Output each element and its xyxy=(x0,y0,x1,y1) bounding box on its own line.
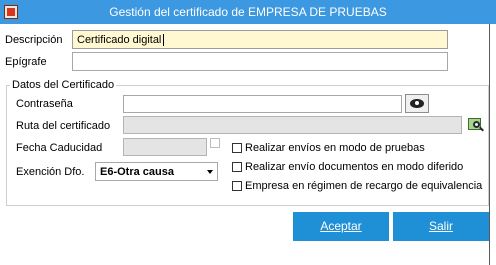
exencion-label: Exención Dfo. xyxy=(16,166,85,178)
checkbox-box[interactable] xyxy=(232,181,242,191)
checkbox-box[interactable] xyxy=(232,143,242,153)
exit-button[interactable]: Salir xyxy=(393,212,489,241)
descripcion-field[interactable]: Certificado digital xyxy=(72,30,448,49)
app-icon xyxy=(4,5,18,19)
checkbox-test-mode[interactable]: Realizar envíos en modo de pruebas xyxy=(232,141,425,155)
checkbox-label: Realizar envío documentos en modo diferi… xyxy=(245,161,464,173)
fecha-label: Fecha Caducidad xyxy=(16,142,103,154)
contrasena-label: Contraseña xyxy=(16,98,73,110)
browse-handle-shape xyxy=(479,126,484,132)
accept-button[interactable]: Aceptar xyxy=(293,212,389,241)
password-field[interactable] xyxy=(123,95,402,113)
chevron-down-icon xyxy=(207,170,213,174)
date-picker-icon[interactable] xyxy=(210,138,220,148)
checkbox-label: Realizar envíos en modo de pruebas xyxy=(245,142,425,154)
epigrafe-field[interactable] xyxy=(72,52,448,71)
window-edge xyxy=(489,24,496,265)
groupbox-title: Datos del Certificado xyxy=(10,79,117,91)
checkbox-deferred-mode[interactable]: Realizar envío documentos en modo diferi… xyxy=(232,160,463,174)
text-caret xyxy=(163,34,165,47)
show-password-button[interactable] xyxy=(405,94,429,113)
browse-file-icon[interactable] xyxy=(467,116,485,134)
exemption-selected-value: E6-Otra causa xyxy=(100,166,174,178)
eye-icon xyxy=(410,99,424,108)
window-title: Gestión del certificado de EMPRESA DE PR… xyxy=(109,5,387,19)
epigrafe-label: Epígrafe xyxy=(5,56,47,68)
certificate-path-field xyxy=(123,116,462,134)
title-bar[interactable]: Gestión del certificado de EMPRESA DE PR… xyxy=(0,0,496,24)
ruta-label: Ruta del certificado xyxy=(16,120,111,132)
descripcion-label: Descripción xyxy=(5,34,63,46)
checkbox-equivalence-surcharge[interactable]: Empresa en régimen de recargo de equival… xyxy=(232,179,482,193)
checkbox-label: Empresa en régimen de recargo de equival… xyxy=(245,180,483,192)
dialog-window: Gestión del certificado de EMPRESA DE PR… xyxy=(0,0,496,265)
descripcion-value: Certificado digital xyxy=(77,34,162,46)
exemption-select[interactable]: E6-Otra causa xyxy=(95,162,218,181)
expiry-date-field xyxy=(123,138,207,156)
checkbox-box[interactable] xyxy=(232,162,242,172)
